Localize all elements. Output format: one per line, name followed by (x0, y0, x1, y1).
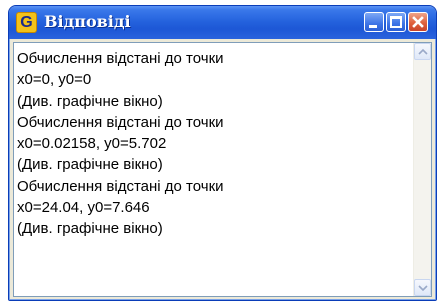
window-title: Відповіді (44, 12, 131, 31)
app-g-icon: G (16, 12, 37, 33)
minimize-icon (369, 25, 377, 28)
scroll-up-button[interactable] (414, 43, 431, 60)
close-button[interactable] (408, 12, 428, 32)
chevron-down-icon (418, 285, 428, 292)
scroll-down-button[interactable] (414, 279, 431, 296)
output-line: Обчислення відстані до точки (17, 177, 224, 195)
output-line: Обчислення відстані до точки (17, 50, 224, 67)
output-line: Обчислення відстані до точки (17, 113, 224, 131)
output-line: (Див. графічне вікно) (17, 156, 163, 174)
output-line: x0=0.02158, y0=5.702 (17, 135, 167, 153)
maximize-button[interactable] (386, 12, 406, 32)
chevron-up-icon (418, 48, 428, 55)
output-line: x0=24.04, y0=7.646 (17, 199, 150, 217)
output-lines: Обчислення відстані до точки x0=0, y0=0 … (17, 48, 407, 293)
maximize-icon (390, 16, 402, 28)
answers-window: G Відповіді Обчислення відстані до точки… (8, 5, 437, 301)
minimize-button[interactable] (364, 12, 384, 32)
output-line: (Див. графічне вікно) (17, 92, 163, 110)
output-text-box[interactable]: Обчислення відстані до точки x0=0, y0=0 … (13, 42, 432, 297)
output-line: (Див. графічне вікно) (17, 220, 163, 238)
output-line: x0=0, y0=0 (17, 71, 92, 89)
title-bar[interactable]: G Відповіді (9, 6, 436, 39)
vertical-scrollbar[interactable] (413, 43, 431, 296)
close-icon (412, 16, 424, 28)
